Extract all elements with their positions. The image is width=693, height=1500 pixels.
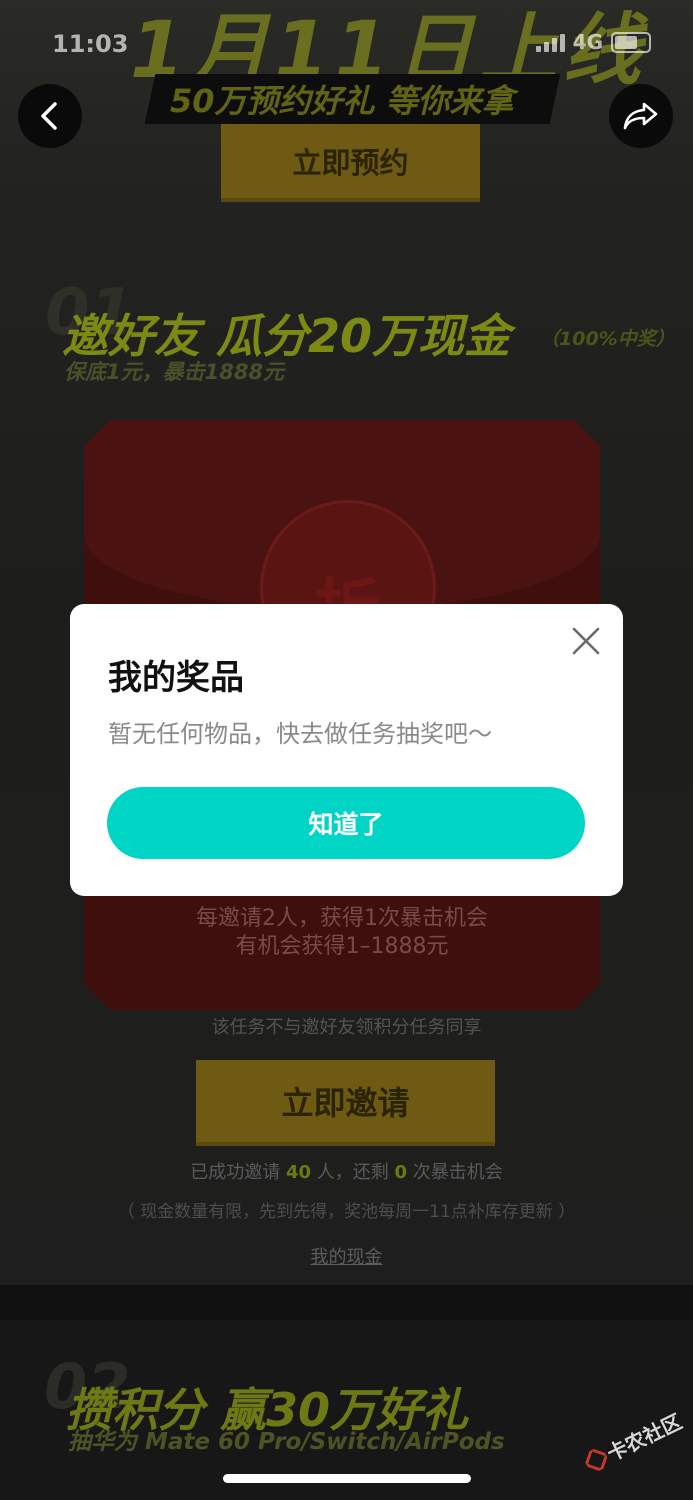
close-button[interactable]	[569, 624, 603, 658]
dialog-message: 暂无任何物品，快去做任务抽奖吧～	[108, 720, 492, 748]
prize-dialog: 我的奖品 暂无任何物品，快去做任务抽奖吧～ 知道了	[70, 604, 623, 896]
close-icon	[572, 627, 600, 655]
dialog-title: 我的奖品	[108, 658, 244, 698]
confirm-button[interactable]: 知道了	[107, 787, 585, 859]
